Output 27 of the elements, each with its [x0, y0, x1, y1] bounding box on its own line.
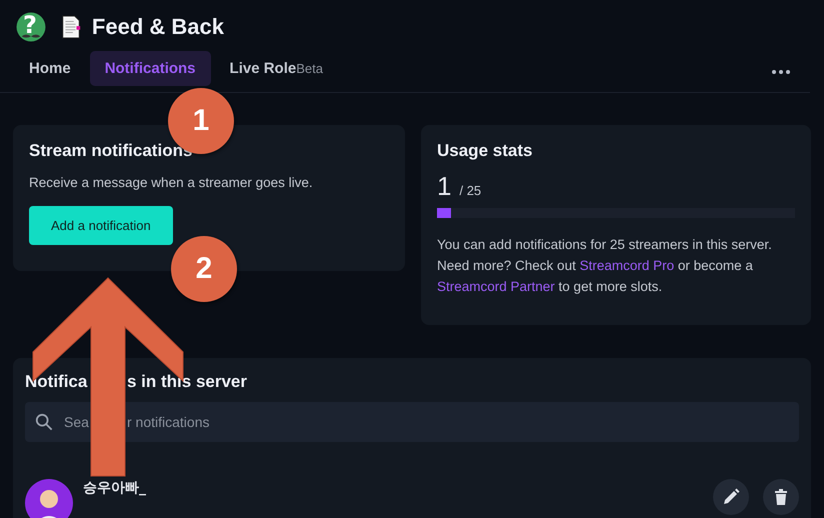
- server-logo-icon: [14, 10, 48, 44]
- card-title: s in this server: [127, 372, 248, 392]
- server-title: Feed & Back: [92, 14, 224, 40]
- avatar-icon: [25, 479, 73, 518]
- usage-limit: / 25: [459, 183, 482, 198]
- add-notification-button[interactable]: Add a notification: [29, 206, 173, 245]
- usage-info-text: You can add notifications for 25 streamers in this server. Need more? Check out Streamcord Pro or become a Streamcord Partner to get more slots.: [437, 236, 773, 296]
- card-title: Notifica: [25, 372, 88, 392]
- card-description: Receive a message when a streamer goes live.: [29, 175, 314, 190]
- nav-tab[interactable]: Notifications: [90, 50, 211, 86]
- more-options-icon[interactable]: [772, 70, 790, 74]
- step-marker: 2: [171, 236, 237, 302]
- card-title: Stream notifications: [29, 141, 194, 161]
- streamcord-partner-link[interactable]: Streamcord Partner: [437, 279, 555, 294]
- edit-button[interactable]: [713, 479, 749, 515]
- delete-button[interactable]: [763, 479, 799, 515]
- nav-tab[interactable]: Home: [14, 50, 86, 86]
- streamcord-pro-link[interactable]: Streamcord Pro: [580, 258, 674, 273]
- card-title: Usage stats: [437, 141, 534, 161]
- pencil-icon: [721, 487, 741, 507]
- document-icon: [60, 15, 82, 39]
- nav-tab[interactable]: Live RoleBeta: [214, 50, 338, 86]
- streamer-name: 승우아빠_: [83, 479, 146, 497]
- search-icon: [35, 413, 53, 431]
- logo-question-mark: ?: [23, 11, 37, 39]
- usage-count: 1: [437, 171, 452, 202]
- search-field[interactable]: Sea r notifications: [25, 402, 799, 442]
